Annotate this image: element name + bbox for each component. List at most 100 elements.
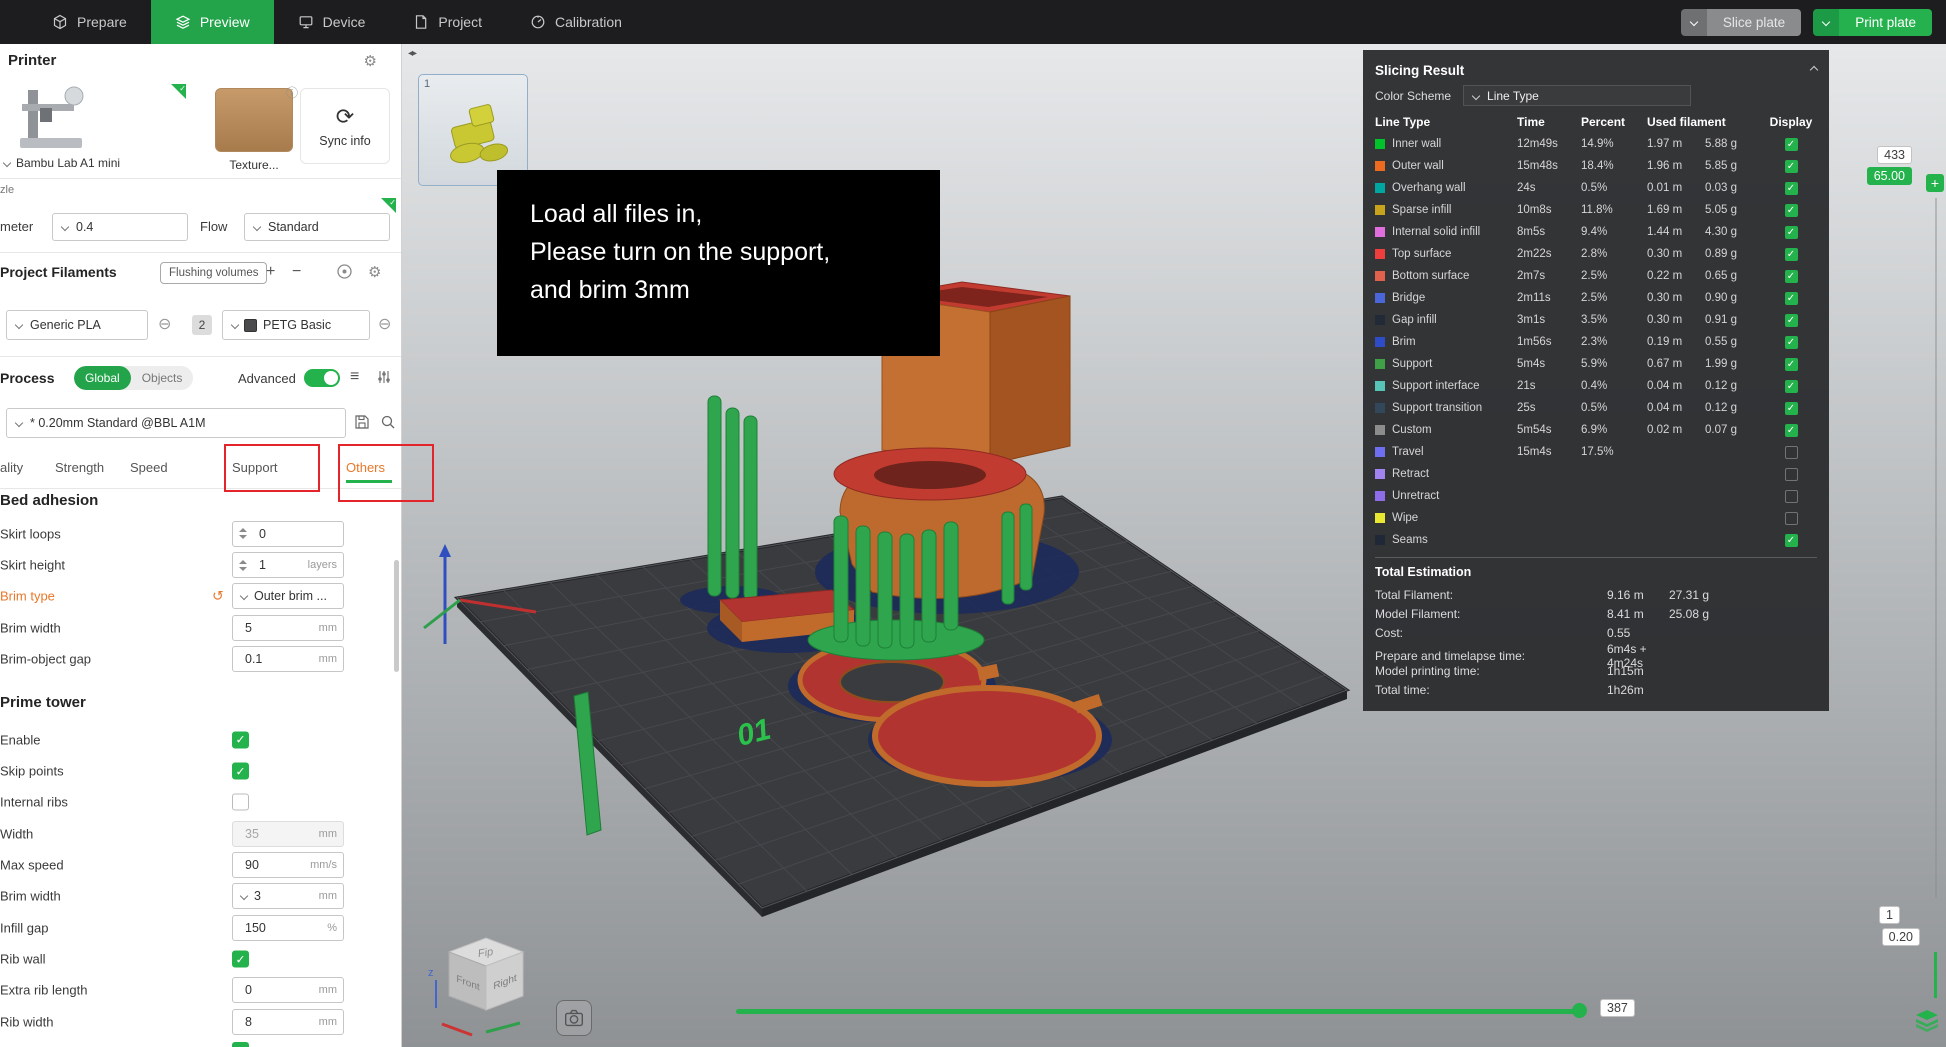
display-checkbox[interactable]: ✓ — [1785, 402, 1798, 415]
input-brim-object-gap[interactable]: 0.1mm — [232, 646, 344, 672]
display-checkbox[interactable]: ✓ — [1785, 270, 1798, 283]
slice-dropdown-caret[interactable] — [1681, 9, 1707, 36]
stepper-skirt-loops[interactable]: 0 — [232, 521, 344, 547]
display-checkbox[interactable]: ✓ — [1785, 424, 1798, 437]
display-checkbox[interactable]: ✓ — [1785, 292, 1798, 305]
tab-quality[interactable]: ality — [0, 460, 23, 475]
display-checkbox[interactable]: ✓ — [1785, 226, 1798, 239]
printer-card[interactable] — [4, 84, 186, 158]
param-label: Infill gap — [0, 920, 48, 935]
checkbox-partial[interactable] — [232, 1042, 249, 1047]
display-cell: ✓ — [1765, 204, 1817, 217]
display-checkbox[interactable]: ✓ — [1785, 248, 1798, 261]
param-label: Brim width — [0, 889, 61, 904]
process-menu-icon[interactable]: ≡ — [350, 368, 359, 386]
sync-info-button[interactable]: ⟳ Sync info — [300, 88, 390, 164]
filament-2-select[interactable]: PETG Basic — [222, 310, 370, 340]
display-checkbox[interactable]: ✓ — [1785, 182, 1798, 195]
stepper-arrows-icon[interactable] — [239, 528, 247, 539]
display-checkbox[interactable]: ✓ — [1785, 534, 1798, 547]
flushing-volumes-button[interactable]: Flushing volumes — [160, 262, 267, 284]
display-checkbox[interactable] — [1785, 490, 1798, 503]
input-rib-width[interactable]: 8mm — [232, 1009, 344, 1035]
vertical-layer-slider[interactable] — [1935, 198, 1937, 898]
stepper-up-icon[interactable] — [239, 528, 247, 532]
filament-1-remove-icon[interactable]: ⊖ — [158, 317, 171, 333]
stepper-arrows-icon[interactable] — [239, 560, 247, 571]
input-extra-rib-length[interactable]: 0mm — [232, 977, 344, 1003]
stepper-up-icon[interactable] — [239, 560, 247, 564]
stepper-down-icon[interactable] — [239, 567, 247, 571]
process-scope-toggle[interactable]: Global Objects — [74, 366, 193, 390]
print-plate-label[interactable]: Print plate — [1839, 9, 1932, 36]
process-tune-icon[interactable] — [376, 369, 392, 388]
filament-settings-gear-icon[interactable]: ⚙ — [368, 263, 381, 281]
field-value: 1 — [259, 558, 266, 572]
vertical-slider-segment[interactable] — [1934, 952, 1937, 998]
flow-select[interactable]: Standard — [244, 213, 390, 241]
moves-slider-track[interactable] — [736, 1009, 1582, 1014]
display-checkbox[interactable]: ✓ — [1785, 336, 1798, 349]
filament-spool-icon[interactable] — [336, 263, 353, 283]
revert-icon[interactable]: ↺ — [212, 588, 224, 605]
add-filament-icon[interactable]: + — [266, 264, 275, 280]
save-preset-icon[interactable] — [354, 414, 370, 433]
model-lid[interactable] — [875, 688, 1102, 784]
scope-global[interactable]: Global — [74, 366, 131, 390]
display-checkbox[interactable] — [1785, 446, 1798, 459]
layers-icon[interactable] — [1914, 1008, 1940, 1037]
stepper-skirt-height[interactable]: 1layers — [232, 552, 344, 578]
display-checkbox[interactable] — [1785, 512, 1798, 525]
filament-1-select[interactable]: Generic PLA — [6, 310, 148, 340]
advanced-toggle[interactable] — [304, 369, 340, 387]
input-infill-gap[interactable]: 150% — [232, 915, 344, 941]
checkbox-internal-ribs[interactable] — [232, 794, 249, 811]
checkbox-skip-points[interactable]: ✓ — [232, 763, 249, 780]
tab-prepare[interactable]: Prepare — [28, 0, 151, 44]
display-checkbox[interactable]: ✓ — [1785, 380, 1798, 393]
tab-strength[interactable]: Strength — [55, 460, 104, 475]
plate-type-card[interactable] — [215, 88, 293, 152]
tab-project[interactable]: Project — [389, 0, 506, 44]
printer-select[interactable]: Bambu Lab A1 mini — [4, 156, 120, 170]
select-brim-type[interactable]: Outer brim ... — [232, 583, 344, 609]
search-icon[interactable] — [380, 414, 396, 433]
select-brim-width[interactable]: 3mm — [232, 883, 344, 909]
display-checkbox[interactable]: ✓ — [1785, 204, 1798, 217]
tab-preview[interactable]: Preview — [151, 0, 274, 44]
collapse-panel-icon[interactable] — [1810, 66, 1818, 74]
snapshot-button[interactable] — [556, 1000, 592, 1036]
input-max-speed[interactable]: 90mm/s — [232, 852, 344, 878]
scope-objects[interactable]: Objects — [131, 366, 194, 390]
display-checkbox[interactable]: ✓ — [1785, 160, 1798, 173]
nozzle-diameter-select[interactable]: 0.4 — [52, 213, 188, 241]
slice-plate-button[interactable]: Slice plate — [1681, 9, 1801, 36]
color-scheme-select[interactable]: Line Type — [1463, 85, 1691, 106]
checkbox-enable[interactable]: ✓ — [232, 731, 249, 748]
display-checkbox[interactable]: ✓ — [1785, 314, 1798, 327]
add-layer-range-button[interactable]: + — [1926, 174, 1944, 192]
process-preset-select[interactable]: * 0.20mm Standard @BBL A1M — [6, 408, 346, 438]
input-width[interactable]: 35mm — [232, 821, 344, 847]
plate-info-icon[interactable]: ⓘ — [286, 84, 298, 101]
tab-device[interactable]: Device — [274, 0, 390, 44]
input-brim-width[interactable]: 5mm — [232, 615, 344, 641]
display-checkbox[interactable]: ✓ — [1785, 138, 1798, 151]
moves-slider-knob[interactable] — [1572, 1003, 1587, 1018]
printer-settings-gear-icon[interactable]: ⚙ — [364, 52, 377, 70]
sidebar-scrollbar[interactable] — [394, 560, 399, 672]
orientation-cube[interactable]: Fip Front Right z — [424, 928, 544, 1043]
filament-cell: 0.04 m0.12 g — [1647, 380, 1765, 392]
sidebar-collapse-icon[interactable]: ◂▸ — [408, 48, 416, 59]
remove-filament-icon[interactable]: − — [292, 264, 301, 280]
stepper-down-icon[interactable] — [239, 535, 247, 539]
print-dropdown-caret[interactable] — [1813, 9, 1839, 36]
display-checkbox[interactable]: ✓ — [1785, 358, 1798, 371]
tab-calibration[interactable]: Calibration — [506, 0, 646, 44]
filament-2-remove-icon[interactable]: ⊖ — [378, 317, 391, 333]
display-checkbox[interactable] — [1785, 468, 1798, 481]
checkbox-rib-wall[interactable]: ✓ — [232, 951, 249, 968]
tab-speed[interactable]: Speed — [130, 460, 168, 475]
print-plate-button[interactable]: Print plate — [1813, 9, 1932, 36]
slice-plate-label[interactable]: Slice plate — [1707, 9, 1801, 36]
